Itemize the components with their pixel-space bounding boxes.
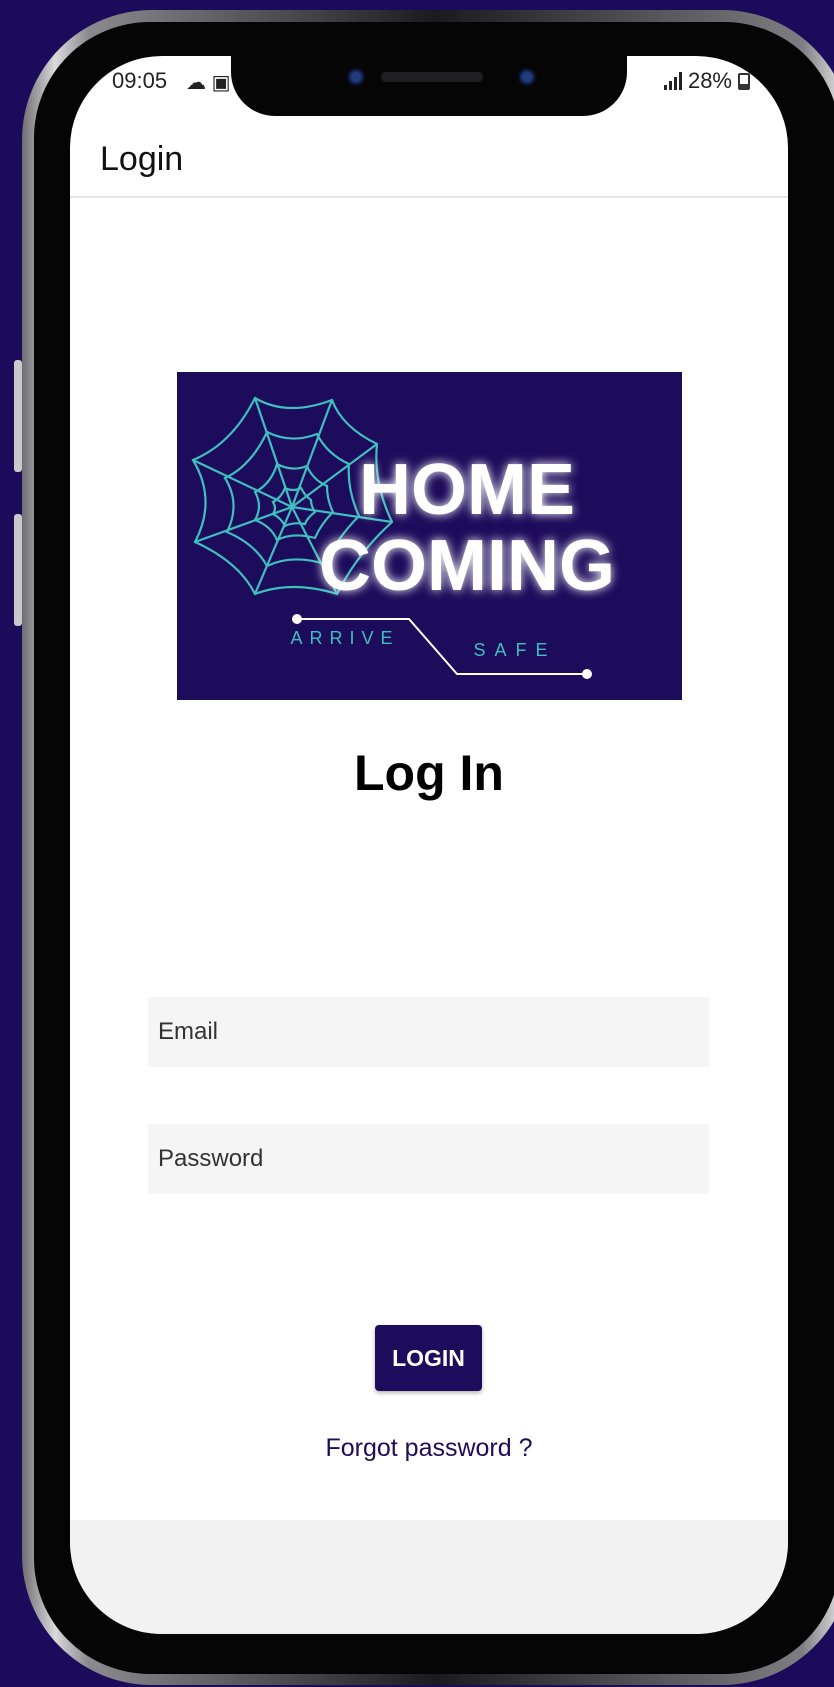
status-right: 28% — [663, 68, 750, 94]
logo-line2: COMING — [319, 526, 615, 606]
front-camera-icon — [346, 67, 366, 87]
forgot-password-link[interactable]: Forgot password ? — [70, 1434, 788, 1463]
sensor-icon — [517, 67, 537, 87]
app-bar: Login — [70, 126, 788, 198]
volume-down-button — [14, 514, 22, 626]
logo-line1: HOME — [359, 450, 575, 530]
battery-icon — [738, 72, 750, 90]
password-field[interactable] — [148, 1124, 709, 1194]
logo-tag-left: ARRIVE — [290, 628, 399, 648]
bottom-area — [70, 1520, 788, 1634]
youtube-icon: ▣ — [211, 72, 231, 94]
signal-icon — [663, 72, 682, 90]
login-button[interactable]: LOGIN — [375, 1325, 482, 1391]
status-time: 09:05 — [112, 68, 168, 93]
homecoming-logo: HOME COMING ARRIVE SAFE — [177, 372, 682, 700]
page-title: Log In — [354, 745, 504, 801]
camera-notch — [231, 56, 627, 116]
cloud-icon: ☁ — [186, 72, 206, 94]
battery-percent: 28% — [687, 68, 732, 93]
app-bar-title: Login — [100, 140, 184, 178]
email-field[interactable] — [148, 997, 709, 1067]
status-left-icons: ☁ ▣ — [186, 70, 230, 95]
volume-up-button — [14, 360, 22, 472]
earpiece-speaker — [381, 72, 483, 82]
logo-tag-right: SAFE — [473, 640, 556, 660]
phone-screen: 09:05 ☁ ▣ 28% Login HOME COMING ARRIVE S… — [70, 56, 788, 1634]
